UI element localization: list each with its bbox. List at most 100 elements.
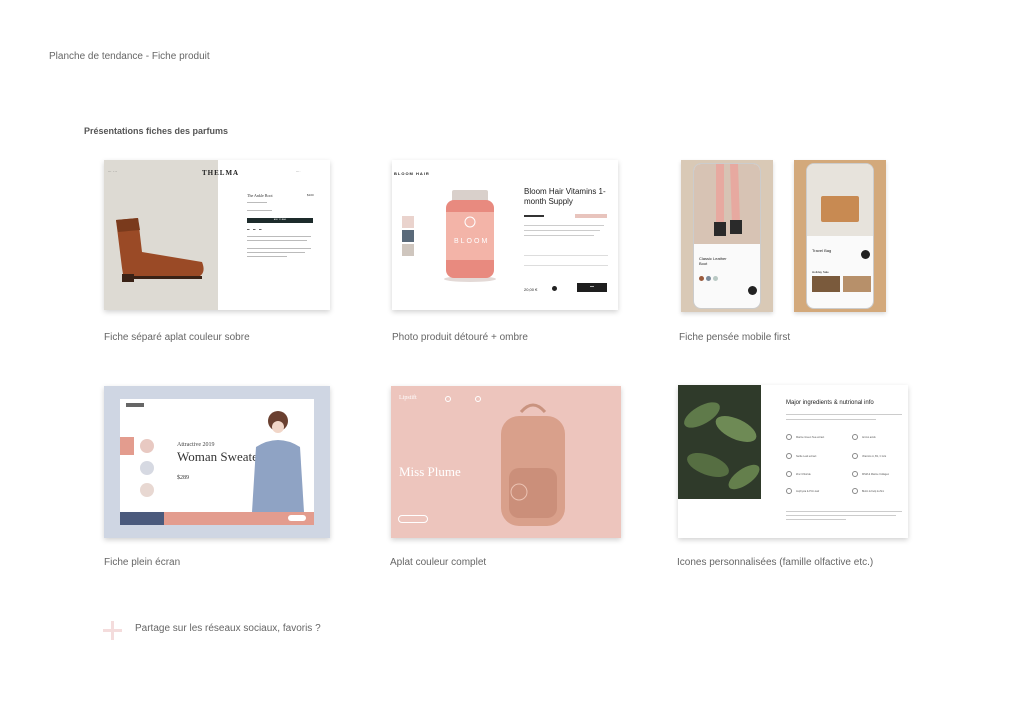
ingredient-item: Vitamins A, B1, C & E (862, 455, 887, 458)
brand-logo: BLOOM HAIR (394, 171, 430, 176)
thumbnail[interactable] (140, 461, 154, 475)
card-woman-sweater[interactable]: Attractive 2019 Woman Sweater $289 (104, 386, 330, 538)
tea-leaf-icon (786, 434, 792, 440)
phone-frame: Classic Leather Boot (693, 163, 761, 309)
divider (524, 255, 608, 256)
thumbnail[interactable] (402, 230, 414, 242)
text-line (786, 414, 902, 415)
text-line (524, 225, 604, 226)
section-heading: Major ingredients & nutrional info (786, 400, 874, 406)
add-button[interactable] (861, 250, 870, 259)
model-image (252, 411, 304, 512)
section-title: Présentations fiches des parfums (84, 126, 229, 136)
bottom-bar-left[interactable] (120, 512, 164, 525)
vitamin-jar-image (444, 190, 496, 282)
caption-card-6: Icones personnalisées (famille olfactive… (677, 557, 874, 568)
product-title: Travel Bag (812, 248, 832, 253)
plus-icon (103, 621, 122, 640)
card-miss-plume[interactable]: Lipstift Miss Plume (391, 386, 621, 538)
card-thelma[interactable]: • • • • • • THELMA • • • ◦ The Ankle Boo… (104, 160, 330, 310)
brand-logo: Lipstift (399, 395, 417, 401)
text-line (786, 419, 876, 420)
rating-stars (524, 215, 544, 217)
text-line (247, 202, 267, 203)
add-to-bag-button[interactable]: ADD TO BAG (247, 218, 313, 223)
text-line (786, 515, 896, 516)
ingredient-item: Amino acids (862, 436, 876, 439)
text-line (247, 240, 307, 241)
nettle-leaf-icon (786, 453, 792, 459)
text-line (786, 519, 846, 520)
side-tab[interactable] (120, 437, 134, 455)
brand-logo: THELMA (202, 169, 240, 177)
text-line (247, 252, 305, 253)
add-button[interactable] (748, 286, 757, 295)
product-price: $100 (307, 193, 314, 197)
sale-thumbnail[interactable] (812, 276, 840, 292)
caption-card-1: Fiche séparé aplat couleur sobre (104, 332, 250, 343)
caption-card-5: Aplat couleur complet (390, 557, 487, 568)
jar-label: BLOOM (454, 238, 490, 245)
color-swatch[interactable] (713, 276, 718, 281)
feather-icon (852, 488, 858, 494)
collagen-icon (852, 471, 858, 477)
ankle-boot-image (116, 218, 204, 282)
top-right-nav: • • • ◦ (296, 171, 301, 173)
ingredient-item: Nettle Leaf extract (796, 455, 817, 458)
thumbnail[interactable] (402, 244, 414, 256)
cta-button[interactable] (398, 515, 428, 523)
backpack-image (501, 403, 565, 526)
step-dot[interactable] (475, 396, 481, 402)
divider (524, 265, 608, 266)
quantity-stepper[interactable] (552, 286, 557, 291)
thumbnail[interactable] (402, 216, 414, 228)
sale-thumbnail[interactable] (843, 276, 871, 292)
text-line (247, 210, 272, 211)
color-swatch[interactable] (699, 276, 704, 281)
caption-card-3: Fiche pensée mobile first (679, 332, 791, 343)
small-title: Attractive 2019 (177, 442, 215, 448)
vitamin-icon (852, 453, 858, 459)
top-nav: • • • • • • (108, 171, 117, 173)
inner-frame: Attractive 2019 Woman Sweater $289 (120, 399, 314, 525)
card-mobile-screen-2[interactable]: Travel Bag Holiday Sale (794, 160, 886, 312)
travel-bag-image (821, 196, 859, 222)
card-mobile-screen-1[interactable]: Classic Leather Boot (681, 160, 773, 312)
thumbnail[interactable] (140, 483, 154, 497)
phone-frame: Travel Bag Holiday Sale (806, 163, 874, 309)
product-title: The Ankle Boot (247, 193, 273, 198)
thumbnail[interactable] (140, 439, 154, 453)
text-line (524, 230, 600, 231)
color-swatch[interactable] (706, 276, 711, 281)
caption-card-4: Fiche plein écran (104, 557, 181, 568)
product-title: Bloom Hair Vitamins 1-month Supply (524, 187, 606, 206)
ingredient-item: Biotin & Kelp & Zinc (862, 490, 885, 493)
text-line (524, 235, 594, 236)
add-to-cart-button[interactable]: ▬▬ (577, 283, 607, 292)
product-backdrop (104, 160, 218, 310)
product-title: Miss Plume (399, 464, 461, 479)
section-label: Holiday Sale (812, 270, 829, 274)
text-line (247, 256, 287, 257)
footer-note: Partage sur les réseaux sociaux, favoris… (135, 623, 321, 634)
card-bloom[interactable]: BLOOM HAIR BLOOM Bloom Hair Vitamins 1-m… (392, 160, 618, 310)
text-line (247, 248, 311, 249)
caption-card-2: Photo produit détouré + ombre (392, 332, 528, 343)
leaves-image (678, 385, 761, 499)
product-tabs[interactable]: ▬ ▬ ▬ (247, 228, 261, 231)
product-price: $289 (177, 475, 189, 481)
zinc-icon (786, 471, 792, 477)
ingredient-item: Marine Green Tea extract (796, 436, 825, 439)
ingredient-item: MSM & Marine Collagen (862, 473, 890, 476)
badge (575, 214, 607, 218)
ingredient-item: Asphyxia & Prim leaf (796, 490, 820, 493)
card-ingredients[interactable]: Major ingredients & nutrional info Marin… (678, 385, 908, 538)
ingredient-item: Zinc Chloride (796, 473, 811, 476)
text-line (786, 511, 902, 512)
product-price: 20,00 € (524, 287, 538, 292)
step-dot[interactable] (445, 396, 451, 402)
plant-icon (786, 488, 792, 494)
text-line (247, 236, 311, 237)
cta-button[interactable] (288, 515, 306, 521)
page-title: Planche de tendance - Fiche produit (49, 51, 210, 62)
